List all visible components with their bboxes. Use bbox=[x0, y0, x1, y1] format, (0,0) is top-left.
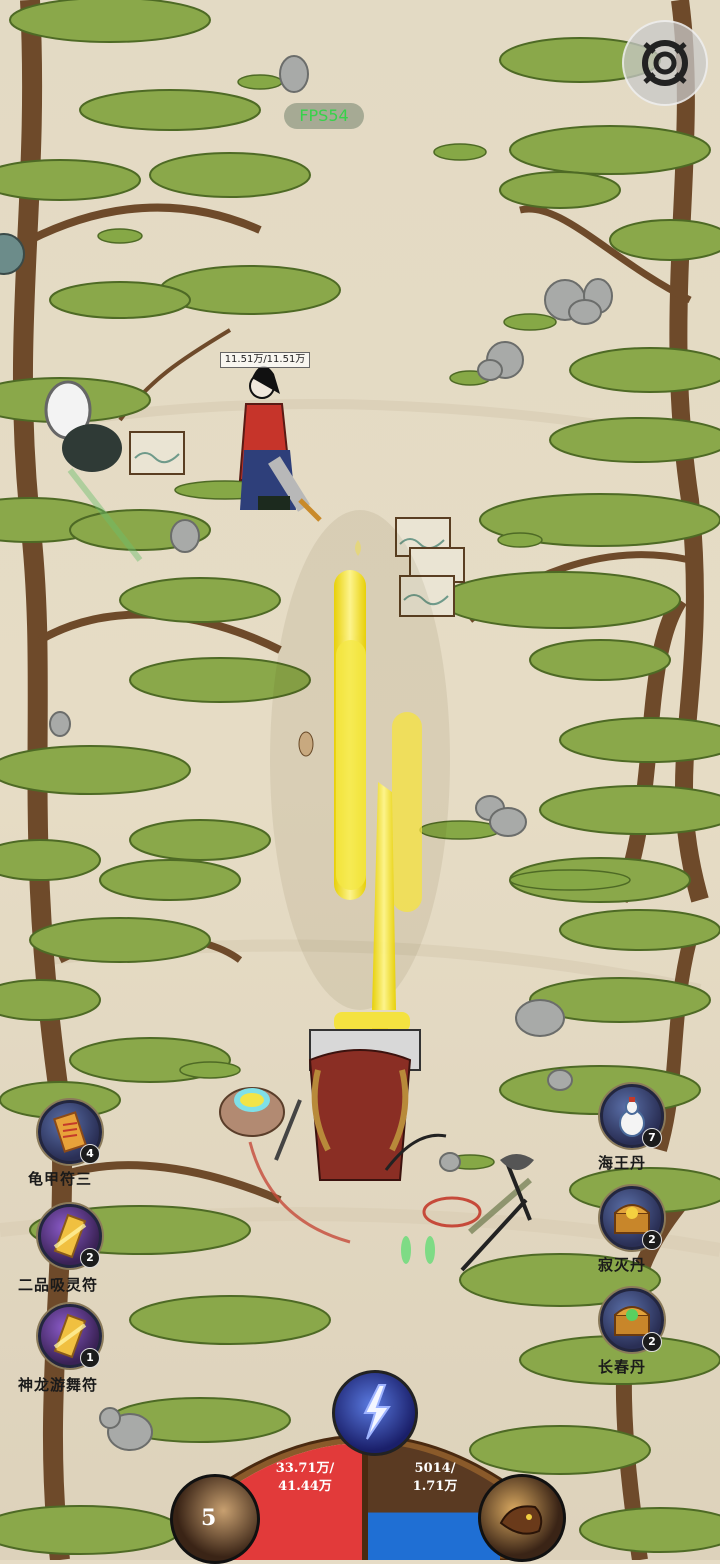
settings-button[interactable] bbox=[622, 20, 708, 106]
item-label: 长春丹 bbox=[598, 1358, 647, 1376]
item-slot-dragon-talisman[interactable]: 1 神龙游舞符 bbox=[10, 1298, 130, 1418]
item-count: 1 bbox=[80, 1348, 100, 1368]
item-label: 二品吸灵符 bbox=[18, 1276, 99, 1294]
level-badge[interactable]: 5 bbox=[170, 1474, 260, 1564]
hp-text: 33.71万/ 41.44万 bbox=[275, 1461, 335, 1494]
lightning-skill-icon bbox=[363, 1384, 391, 1440]
settings-icon bbox=[642, 40, 688, 86]
enemy-hp-label: 11.51万/11.51万 bbox=[220, 352, 310, 368]
item-count: 4 bbox=[80, 1144, 100, 1164]
item-count: 7 bbox=[642, 1128, 662, 1148]
treasure-bowl bbox=[219, 1087, 285, 1137]
pet-icon bbox=[499, 1505, 543, 1535]
fps-counter: FPS54 bbox=[284, 103, 364, 129]
lightning-skill-button[interactable] bbox=[332, 1370, 418, 1456]
item-label: 龟甲符三 bbox=[28, 1170, 93, 1188]
pet-button[interactable] bbox=[478, 1474, 566, 1562]
item-count: 2 bbox=[642, 1332, 662, 1352]
item-label: 神龙游舞符 bbox=[18, 1376, 99, 1394]
item-count: 2 bbox=[80, 1248, 100, 1268]
level-number: 5 bbox=[201, 1505, 217, 1531]
item-label: 海王丹 bbox=[598, 1154, 647, 1172]
mp-text: 5014/ 1.71万 bbox=[412, 1461, 458, 1494]
item-label: 寂灭丹 bbox=[598, 1256, 647, 1274]
item-slot-longevity-pill[interactable]: 2 长春丹 bbox=[590, 1284, 710, 1404]
bottom-hud: 33.71万/ 41.44万 5014/ 1.71万 5 bbox=[170, 1370, 566, 1564]
item-count: 2 bbox=[642, 1230, 662, 1250]
